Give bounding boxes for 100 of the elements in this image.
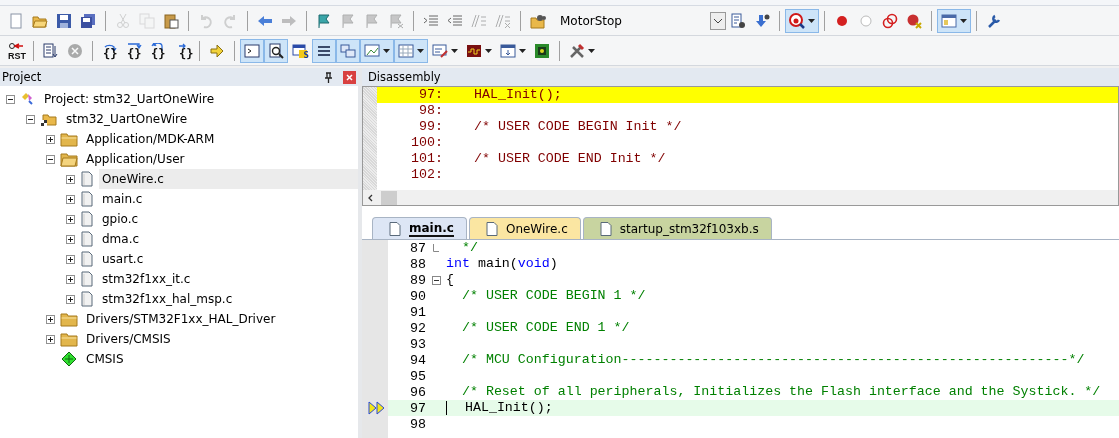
tree-item[interactable]: Drivers/CMSIS [83,329,358,349]
file-tab[interactable]: startup_stm32f103xb.s [582,217,772,239]
line-number: 89 [409,272,426,288]
tree-item[interactable]: OneWire.c [99,169,358,189]
code-line: /* Reset of all peripherals, Initializes the Flash interface and the Systick. */ [460,384,1101,400]
expand-toggle-icon[interactable] [66,254,75,264]
horizontal-scrollbar[interactable] [363,190,1118,205]
tree-item[interactable]: Project: stm32_UartOneWire [41,89,358,109]
expand-toggle-icon[interactable] [66,294,75,304]
step-arrow-button[interactable]: {} [98,38,122,63]
find-combo-box[interactable]: MotorStop [554,10,726,31]
console-icon [244,42,260,59]
step-arrow-button[interactable]: {} [146,38,170,63]
close-icon[interactable] [343,70,356,84]
expand-toggle-icon[interactable] [66,194,75,204]
caret-icon [808,18,815,23]
line-number: 101: [410,151,443,167]
undo-icon [198,12,214,29]
line-number: 91 [409,304,426,320]
line-number: 88 [409,256,426,272]
line-number: 98: [418,103,443,119]
comment-icon [471,12,487,29]
expand-toggle-icon[interactable] [66,214,75,224]
fold-end-mark [433,244,439,252]
caret-icon [960,18,967,23]
serial-window-icon [432,42,448,59]
expand-toggle-icon[interactable] [46,314,55,324]
tree-item[interactable]: stm32f1xx_it.c [99,269,358,289]
paste-icon [163,12,179,29]
step-arrow-button[interactable]: {} [122,38,146,63]
watch-button[interactable] [360,38,394,63]
expand-toggle-icon[interactable] [6,94,15,104]
flag-icon [388,12,404,29]
code-line: /* USER CODE BEGIN Init */ [474,119,682,135]
code-line: /* USER CODE BEGIN 1 */ [460,288,646,304]
code-line: /* USER CODE END 1 */ [460,320,630,336]
file-tab[interactable]: main.c [372,217,467,239]
file-icon [80,291,94,307]
expand-toggle-icon[interactable] [66,234,75,244]
disassembly-button[interactable] [264,38,288,63]
analyzer-icon [466,42,482,59]
system-viewer-icon [500,42,516,59]
stop-icon [67,42,83,59]
symbols-window-button[interactable]: S [288,38,312,63]
tree-item[interactable]: Application/MDK-ARM [83,129,358,149]
expand-toggle-icon[interactable] [26,114,35,124]
folder-icon [60,331,78,347]
tree-item[interactable]: stm32_UartOneWire [63,109,358,129]
file-icon [599,221,612,236]
step-arrow-button[interactable]: {} [170,38,194,63]
expand-toggle-icon[interactable] [66,274,75,284]
open-folder-icon [60,151,78,167]
symbols-window-icon [292,42,308,59]
tree-item[interactable]: CMSIS [83,349,358,369]
expand-toggle-icon[interactable] [46,154,55,164]
breakpoint-remove-icon [906,12,922,29]
tree-item[interactable]: gpio.c [99,209,358,229]
caret-icon [417,48,424,53]
tree-item[interactable]: usart.c [99,249,358,269]
code-line: { [446,272,454,288]
line-number: 96 [409,384,426,400]
line-number: 92 [409,320,426,336]
step-arrow-icon [126,42,142,49]
reset-button[interactable]: RST [4,38,28,63]
line-number: 87 [409,240,426,256]
registers-button[interactable] [312,38,336,63]
expand-toggle-icon[interactable] [46,334,55,344]
tree-item[interactable]: stm32f1xx_hal_msp.c [99,289,358,309]
file-icon [80,171,94,187]
new-file-icon [8,12,24,29]
caret-icon [485,48,492,53]
next-statement-arrow-icon [209,42,225,59]
expand-toggle-icon[interactable] [46,134,55,144]
download-arrow-icon [754,12,770,29]
scroll-thumb[interactable] [381,190,397,205]
pin-icon[interactable] [324,71,333,83]
flag-icon [364,12,380,29]
diamond-icon [60,351,78,367]
file-icon [485,221,498,236]
code-line: HAL_Init(); [463,400,553,416]
tree-item[interactable]: Drivers/STM32F1xx_HAL_Driver [83,309,358,329]
window-button[interactable] [937,8,971,33]
file-tab[interactable]: OneWire.c [468,217,581,239]
debug-magnifier-icon [789,12,805,29]
line-number: 97: [418,87,443,103]
tree-item[interactable]: Application/User [83,149,358,169]
line-number: 99: [418,119,443,135]
expand-toggle-icon[interactable] [66,174,75,184]
collapse-icon[interactable] [431,275,441,285]
memory-icon [398,42,414,59]
panel-title: Disassembly [368,70,441,84]
line-number: 97 [409,400,426,416]
file-icon [389,221,401,236]
line-number: 95 [409,368,426,384]
memory-button[interactable] [394,38,428,63]
tree-item[interactable]: main.c [99,189,358,209]
line-number: 98 [409,416,426,432]
call-stack-icon [340,42,356,59]
debug-magnifier-button[interactable] [785,8,819,33]
tree-item[interactable]: dma.c [99,229,358,249]
